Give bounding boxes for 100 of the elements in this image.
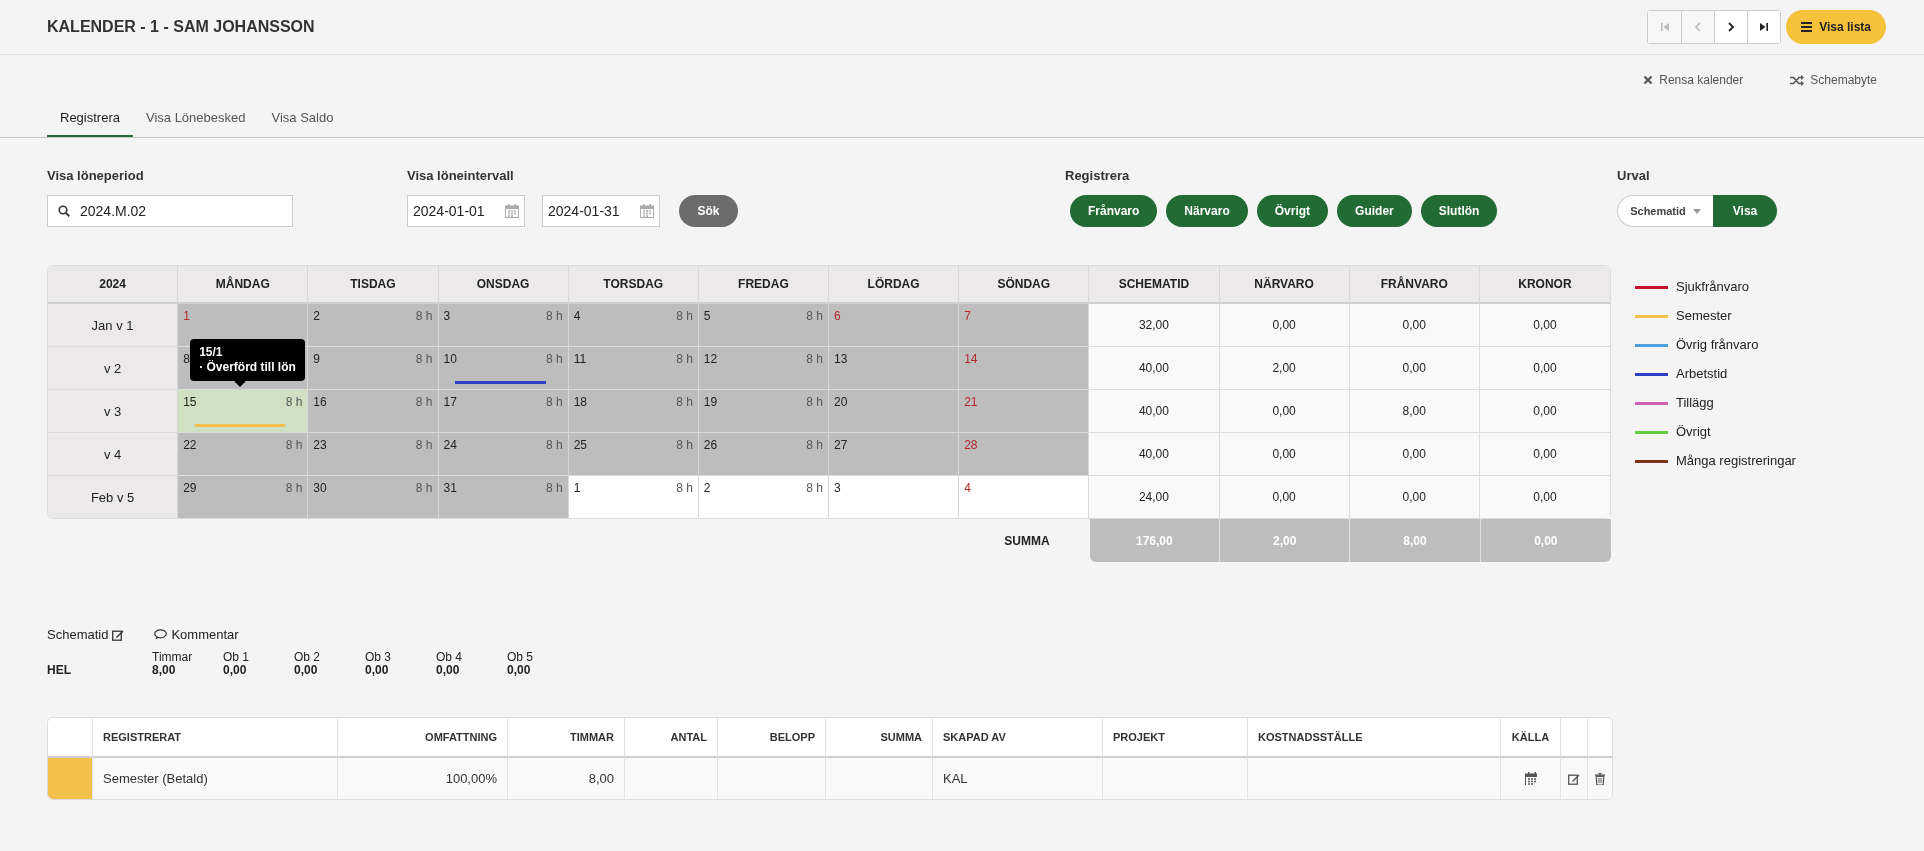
day-number: 4 <box>964 481 971 495</box>
action-link[interactable]: Rensa kalender <box>1643 71 1744 89</box>
register-button[interactable]: Slutlön <box>1420 195 1498 227</box>
sum-cell: 8,00 <box>1350 519 1481 562</box>
day-cell[interactable]: 14 <box>959 347 1090 390</box>
day-cell[interactable]: 4 8 h <box>568 304 699 347</box>
page-title: KALENDER - 1 - SAM JOHANSSON <box>47 18 315 36</box>
calendar-icon <box>1524 772 1537 785</box>
hours-label: 8 h <box>806 438 823 452</box>
stat-label: Ob 5 <box>507 651 534 664</box>
hours-label: 8 h <box>545 352 563 366</box>
table-cell: 0,00 <box>1219 476 1350 518</box>
day-number: 12 <box>703 352 718 366</box>
tab[interactable]: Registrera <box>47 101 133 137</box>
day-cell[interactable]: 25 8 h <box>568 433 699 476</box>
day-cell[interactable]: 9 8 h <box>308 347 439 390</box>
search-button[interactable]: Sök <box>679 195 738 227</box>
legend-label: Arbetstid <box>1676 365 1728 383</box>
day-cell[interactable]: 27 <box>829 433 960 476</box>
hours-label: 8 h <box>806 309 823 323</box>
day-number: 26 <box>703 438 718 452</box>
column-header: FREDAG <box>698 266 829 304</box>
day-number: 2 <box>703 481 711 495</box>
sum-label: SUMMA <box>1004 533 1051 548</box>
table-cell: 0,00 <box>1479 433 1610 476</box>
date-field[interactable]: 2024-01-31 <box>542 195 660 227</box>
day-cell[interactable]: 6 <box>829 304 960 347</box>
day-number: 27 <box>834 438 848 452</box>
day-cell[interactable]: 31 8 h <box>438 476 569 518</box>
show-button[interactable]: Visa <box>1713 195 1777 227</box>
tab[interactable]: Visa Lönebesked <box>132 101 259 137</box>
column-header: TORSDAG <box>568 266 699 304</box>
list-view-button[interactable]: Visa lista <box>1786 10 1886 44</box>
day-number: 5 <box>703 309 711 323</box>
day-cell[interactable]: 29 8 h <box>178 476 309 518</box>
day-cell[interactable]: 11 8 h <box>568 347 699 390</box>
day-cell[interactable]: 5 8 h <box>698 304 829 347</box>
day-cell[interactable]: 24 8 h <box>438 433 569 476</box>
table-cell: 0,00 <box>1349 304 1480 347</box>
hours-label: 8 h <box>545 395 563 409</box>
row-label: HEL <box>47 663 72 677</box>
date-field[interactable]: 2024-01-01 <box>407 195 525 227</box>
trash-icon[interactable] <box>1595 772 1605 785</box>
table-cell: 32,00 <box>1089 304 1220 347</box>
day-cell[interactable]: 16 8 h <box>308 390 439 433</box>
stat-label: Ob 2 <box>294 651 321 664</box>
day-cell[interactable]: 20 <box>829 390 960 433</box>
register-button[interactable]: Guider <box>1337 195 1412 227</box>
day-cell[interactable]: 28 <box>959 433 1090 476</box>
day-cell[interactable]: 3 8 h <box>438 304 569 347</box>
day-cell[interactable]: 22 8 h <box>178 433 309 476</box>
search-field[interactable]: 2024.M.02 <box>47 195 293 227</box>
hours-label: 8 h <box>415 352 433 366</box>
table-cell: 40,00 <box>1089 390 1220 433</box>
action-link[interactable]: Schemabyte <box>1790 71 1877 89</box>
day-cell[interactable]: 18 8 h <box>568 390 699 433</box>
day-number: 9 <box>313 352 320 366</box>
day-cell[interactable]: 12 8 h <box>698 347 829 390</box>
register-button[interactable]: Övrigt <box>1256 195 1329 227</box>
day-cell[interactable]: 10 8 h <box>438 347 569 390</box>
register-button[interactable]: Närvaro <box>1166 195 1248 227</box>
stat-value: 0,00 <box>223 664 248 677</box>
table-cell: 100,00% <box>338 758 508 799</box>
caret-icon <box>1692 208 1701 214</box>
column-header: TISDAG <box>308 266 439 304</box>
sum-cell-text: 0,00 <box>1533 532 1559 550</box>
stat-value: 0,00 <box>436 664 461 677</box>
day-cell[interactable]: 19 8 h <box>698 390 829 433</box>
sum-cell: 2,00 <box>1220 519 1351 562</box>
hours-label: 8 h <box>545 438 563 452</box>
hours-label: 8 h <box>415 395 433 409</box>
day-cell[interactable]: 13 <box>829 347 960 390</box>
day-number: 16 <box>313 395 327 409</box>
tab[interactable]: Visa Saldo <box>258 101 347 137</box>
schedule-dropdown[interactable]: Schematid <box>1617 195 1713 227</box>
skip-last-icon <box>1758 21 1771 33</box>
day-number: 17 <box>443 395 457 409</box>
field-label: Visa löneintervall <box>407 168 515 183</box>
week-label: v 2 <box>48 347 179 390</box>
calendar-icon <box>640 204 654 218</box>
day-cell[interactable]: 2 8 h <box>308 304 439 347</box>
comment-link[interactable]: Kommentar <box>154 627 239 642</box>
day-number: 13 <box>834 352 848 366</box>
day-cell[interactable]: 23 8 h <box>308 433 439 476</box>
stat-value: 0,00 <box>294 664 319 677</box>
nav-button[interactable] <box>1747 11 1781 43</box>
column-header: KRONOR <box>1479 266 1610 304</box>
table-cell: 2,00 <box>1219 347 1350 390</box>
hours-label: 8 h <box>676 395 693 409</box>
day-cell[interactable]: 17 8 h <box>438 390 569 433</box>
day-number: 30 <box>313 481 327 495</box>
day-cell[interactable]: 26 8 h <box>698 433 829 476</box>
day-cell[interactable]: 21 <box>959 390 1090 433</box>
day-cell[interactable]: 30 8 h <box>308 476 439 518</box>
schedule-link[interactable]: Schematid <box>47 627 125 642</box>
edit-icon[interactable] <box>1568 772 1580 785</box>
column-header: SÖNDAG <box>959 266 1090 304</box>
column-header: SCHEMATID <box>1089 266 1220 304</box>
register-button[interactable]: Frånvaro <box>1070 195 1158 227</box>
hours-label: 8 h <box>415 438 433 452</box>
